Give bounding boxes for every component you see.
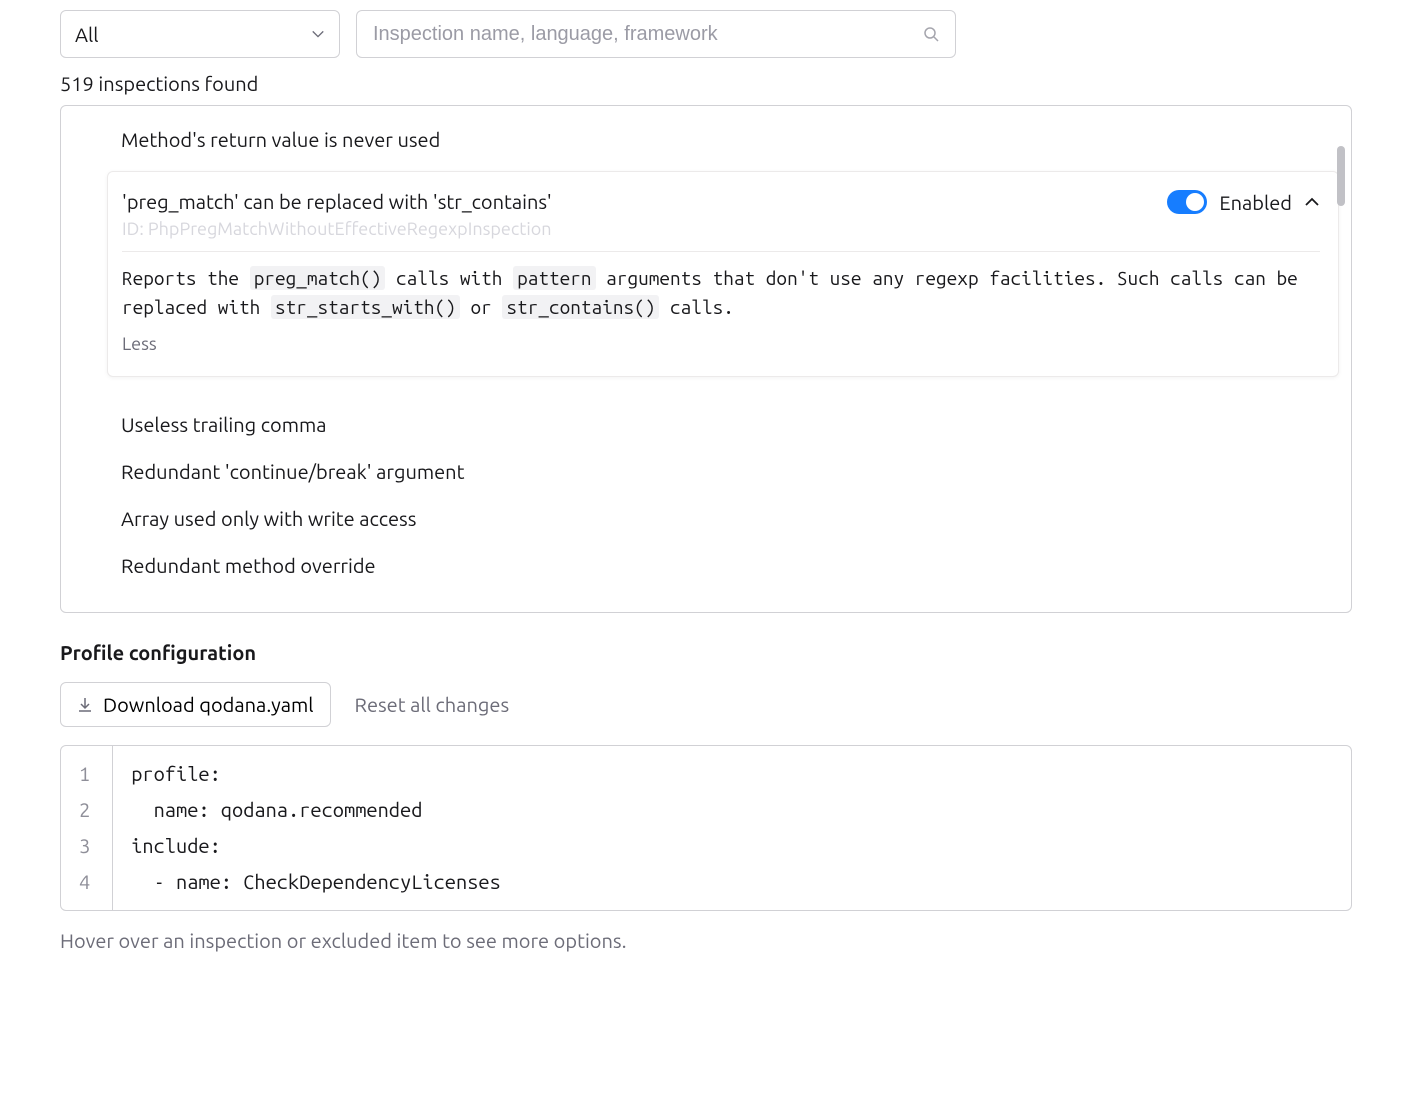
inspection-item[interactable]: Array used only with write access (61, 495, 1351, 542)
download-button[interactable]: Download qodana.yaml (60, 682, 331, 727)
search-icon (923, 26, 939, 42)
less-link[interactable]: Less (122, 331, 1320, 358)
desc-text: calls. (659, 296, 733, 318)
scrollbar-thumb[interactable] (1337, 146, 1345, 206)
line-gutter: 1234 (61, 746, 113, 910)
desc-text: Reports the (122, 267, 250, 289)
enabled-toggle[interactable] (1167, 190, 1207, 214)
inspection-title: 'preg_match' can be replaced with 'str_c… (122, 190, 552, 213)
chevron-up-icon[interactable] (1304, 194, 1320, 210)
desc-text: calls with (385, 267, 513, 289)
enabled-label: Enabled (1219, 191, 1292, 214)
inspection-item-expanded: 'preg_match' can be replaced with 'str_c… (107, 171, 1339, 377)
desc-code: str_starts_with() (271, 295, 460, 319)
desc-code: preg_match() (250, 266, 386, 290)
inspection-item[interactable]: Useless trailing comma (61, 401, 1351, 448)
inspection-item[interactable]: Method's return value is never used (61, 116, 1351, 163)
desc-text: or (460, 296, 503, 318)
download-label: Download qodana.yaml (103, 693, 314, 716)
search-input-container[interactable] (356, 10, 956, 58)
code-editor[interactable]: 1234 profile: name: qodana.recommendedin… (60, 745, 1352, 911)
desc-code: str_contains() (502, 295, 659, 319)
code-content[interactable]: profile: name: qodana.recommendedinclude… (113, 746, 519, 910)
toggle-knob (1186, 193, 1204, 211)
reset-link[interactable]: Reset all changes (355, 693, 510, 716)
inspection-id: ID: PhpPregMatchWithoutEffectiveRegexpIn… (122, 219, 552, 239)
download-icon (77, 697, 93, 713)
inspection-item[interactable]: Redundant method override (61, 542, 1351, 589)
inspection-item[interactable]: Redundant 'continue/break' argument (61, 448, 1351, 495)
search-input[interactable] (373, 23, 923, 46)
filter-dropdown[interactable]: All (60, 10, 340, 58)
profile-config-title: Profile configuration (60, 641, 1352, 664)
inspection-list-panel: Method's return value is never used 'pre… (60, 105, 1352, 613)
hint-text: Hover over an inspection or excluded ite… (60, 929, 1352, 952)
dropdown-value: All (75, 23, 98, 46)
desc-code: pattern (513, 266, 595, 290)
chevron-down-icon (311, 27, 325, 41)
results-count: 519 inspections found (60, 72, 1352, 95)
